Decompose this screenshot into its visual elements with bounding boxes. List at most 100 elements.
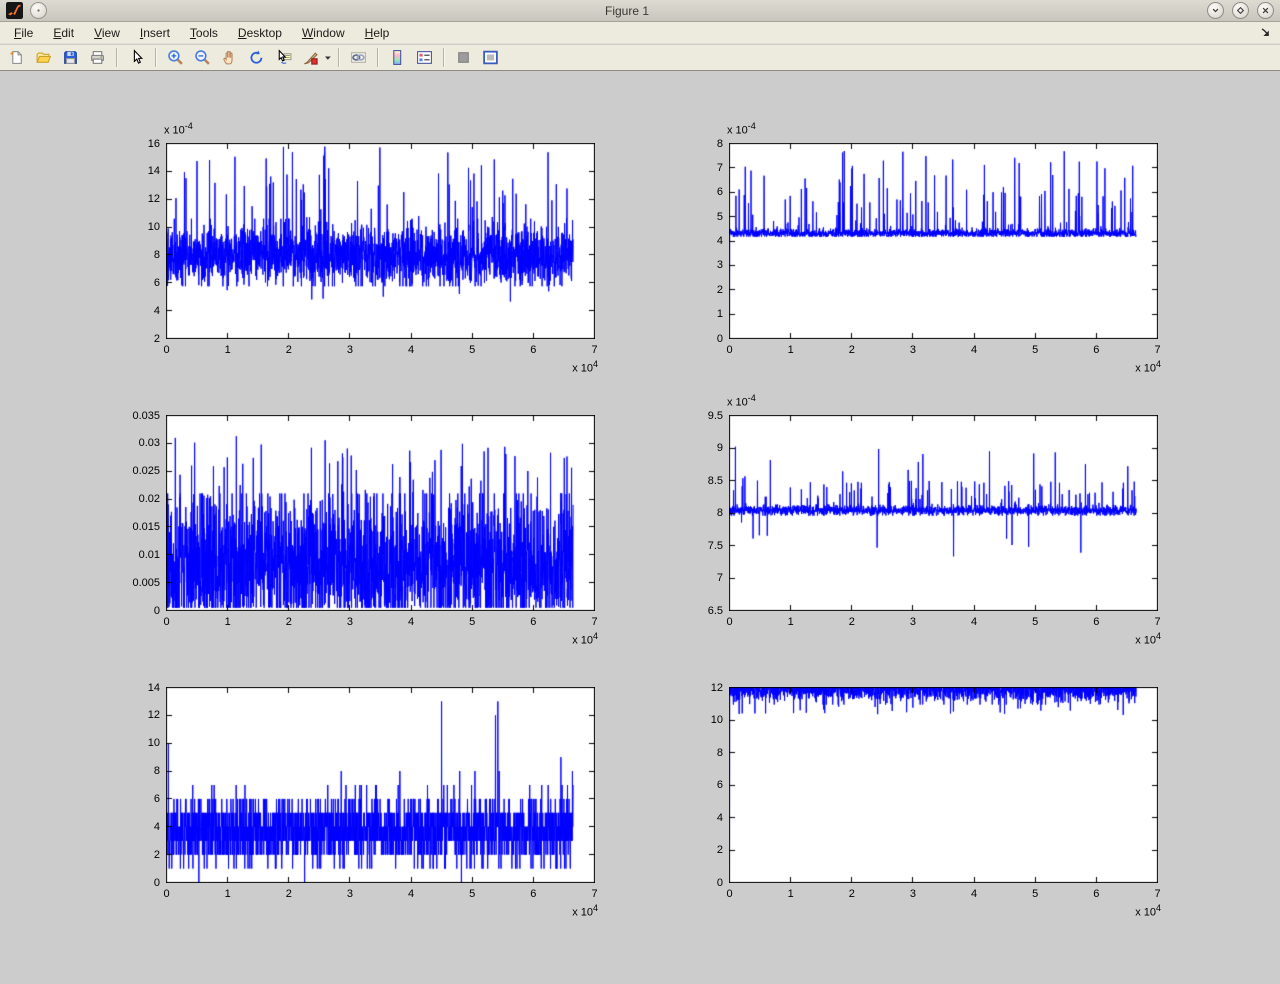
- plot-area[interactable]: [166, 143, 595, 339]
- y-tick-label: 4: [154, 821, 160, 833]
- x-tick-label: 2: [286, 344, 292, 356]
- zoom-in-button[interactable]: [163, 45, 188, 70]
- x-tick-label: 7: [591, 344, 597, 356]
- save-floppy-icon: [62, 49, 79, 66]
- x-tick-label: 5: [469, 616, 475, 628]
- x-tick-label: 3: [910, 888, 916, 900]
- y-tick-label: 0: [717, 333, 723, 345]
- x-tick-label: 0: [726, 344, 732, 356]
- plot-area[interactable]: [729, 143, 1158, 339]
- insert-colorbar-button[interactable]: [385, 45, 410, 70]
- shade-button[interactable]: [1207, 2, 1224, 19]
- x-tick-label: 6: [1093, 616, 1099, 628]
- x-tick-label: 7: [591, 616, 597, 628]
- pan-button[interactable]: [217, 45, 242, 70]
- subplot-4: 012345676.577.588.599.5x 10-4x 104: [729, 415, 1158, 611]
- print-figure-button[interactable]: [85, 45, 110, 70]
- open-file-button[interactable]: [31, 45, 56, 70]
- matlab-logo-icon: [6, 2, 23, 19]
- menu-file[interactable]: File: [4, 24, 43, 42]
- zoom-out-icon: [194, 49, 211, 66]
- show-plot-tools-button[interactable]: [478, 45, 503, 70]
- save-figure-button[interactable]: [58, 45, 83, 70]
- y-tick-label: 10: [711, 714, 723, 726]
- toolbar-separator: [443, 48, 445, 67]
- x-tick-label: 6: [530, 616, 536, 628]
- maximize-button[interactable]: [1232, 2, 1249, 19]
- menu-tools[interactable]: Tools: [180, 24, 228, 42]
- y-tick-label: 0: [154, 605, 160, 617]
- x-tick-label: 2: [849, 344, 855, 356]
- y-tick-label: 0.035: [132, 410, 160, 422]
- y-tick-label: 8: [717, 138, 723, 150]
- y-tick-label: 6: [154, 793, 160, 805]
- y-tick-label: 10: [148, 221, 160, 233]
- x-axis-multiplier: x 104: [1135, 631, 1161, 647]
- x-tick-label: 3: [347, 888, 353, 900]
- plot-area[interactable]: [729, 415, 1158, 611]
- y-tick-label: 2: [154, 333, 160, 345]
- y-tick-label: 7: [717, 162, 723, 174]
- plot-area[interactable]: [729, 687, 1158, 883]
- new-figure-button[interactable]: [4, 45, 29, 70]
- x-tick-label: 3: [347, 344, 353, 356]
- y-tick-label: 0.01: [139, 549, 160, 561]
- menu-insert[interactable]: Insert: [130, 24, 180, 42]
- edit-plot-button[interactable]: [124, 45, 149, 70]
- x-tick-label: 1: [225, 616, 231, 628]
- subplot-5: 0123456702468101214x 104: [166, 687, 595, 883]
- x-tick-label: 1: [788, 888, 794, 900]
- zoom-out-button[interactable]: [190, 45, 215, 70]
- x-tick-label: 5: [1032, 616, 1038, 628]
- rotate-3d-button[interactable]: [244, 45, 269, 70]
- y-tick-label: 0.025: [132, 465, 160, 477]
- legend-icon: [416, 49, 433, 66]
- x-tick-label: 4: [971, 888, 977, 900]
- x-tick-label: 3: [910, 344, 916, 356]
- hide-plot-tools-button[interactable]: [451, 45, 476, 70]
- y-tick-label: 6: [717, 186, 723, 198]
- brush-button[interactable]: [298, 45, 323, 70]
- rotate-3d-icon: [248, 49, 265, 66]
- menu-edit[interactable]: Edit: [43, 24, 84, 42]
- plot-tools-dock-icon: [482, 49, 499, 66]
- x-tick-label: 6: [530, 888, 536, 900]
- close-button[interactable]: [1257, 2, 1274, 19]
- dock-figure-button[interactable]: [1259, 26, 1273, 40]
- y-tick-label: 4: [717, 235, 723, 247]
- subplot-1: 01234567246810121416x 10-4x 104: [166, 143, 595, 339]
- menu-window[interactable]: Window: [292, 24, 355, 42]
- x-tick-label: 4: [971, 616, 977, 628]
- menu-desktop[interactable]: Desktop: [228, 24, 292, 42]
- arrow-cursor-icon: [128, 49, 145, 66]
- x-tick-label: 4: [971, 344, 977, 356]
- x-tick-label: 1: [225, 344, 231, 356]
- menu-view[interactable]: View: [84, 24, 130, 42]
- data-cursor-button[interactable]: [271, 45, 296, 70]
- subplot-6: 01234567024681012x 104: [729, 687, 1158, 883]
- plot-tools-off-icon: [455, 49, 472, 66]
- plot-area[interactable]: [166, 687, 595, 883]
- y-axis-multiplier: x 10-4: [727, 121, 756, 137]
- brush-options-button[interactable]: [324, 46, 333, 69]
- insert-legend-button[interactable]: [412, 45, 437, 70]
- x-tick-label: 7: [1154, 888, 1160, 900]
- x-tick-label: 4: [408, 888, 414, 900]
- y-tick-label: 0: [717, 877, 723, 889]
- printer-icon: [89, 49, 106, 66]
- y-tick-label: 12: [711, 682, 723, 694]
- plot-area[interactable]: [166, 415, 595, 611]
- title-bar: Figure 1: [0, 0, 1280, 22]
- y-tick-label: 6: [717, 779, 723, 791]
- y-tick-label: 0.015: [132, 521, 160, 533]
- x-tick-label: 0: [163, 616, 169, 628]
- x-tick-label: 6: [1093, 888, 1099, 900]
- figure-canvas: 01234567246810121416x 10-4x 104 01234567…: [0, 72, 1280, 984]
- colorbar-icon: [389, 49, 406, 66]
- x-tick-label: 1: [225, 888, 231, 900]
- menu-help[interactable]: Help: [355, 24, 400, 42]
- y-tick-label: 12: [148, 193, 160, 205]
- x-tick-label: 1: [788, 344, 794, 356]
- link-plot-button[interactable]: [346, 45, 371, 70]
- window-menu-button[interactable]: [30, 2, 47, 19]
